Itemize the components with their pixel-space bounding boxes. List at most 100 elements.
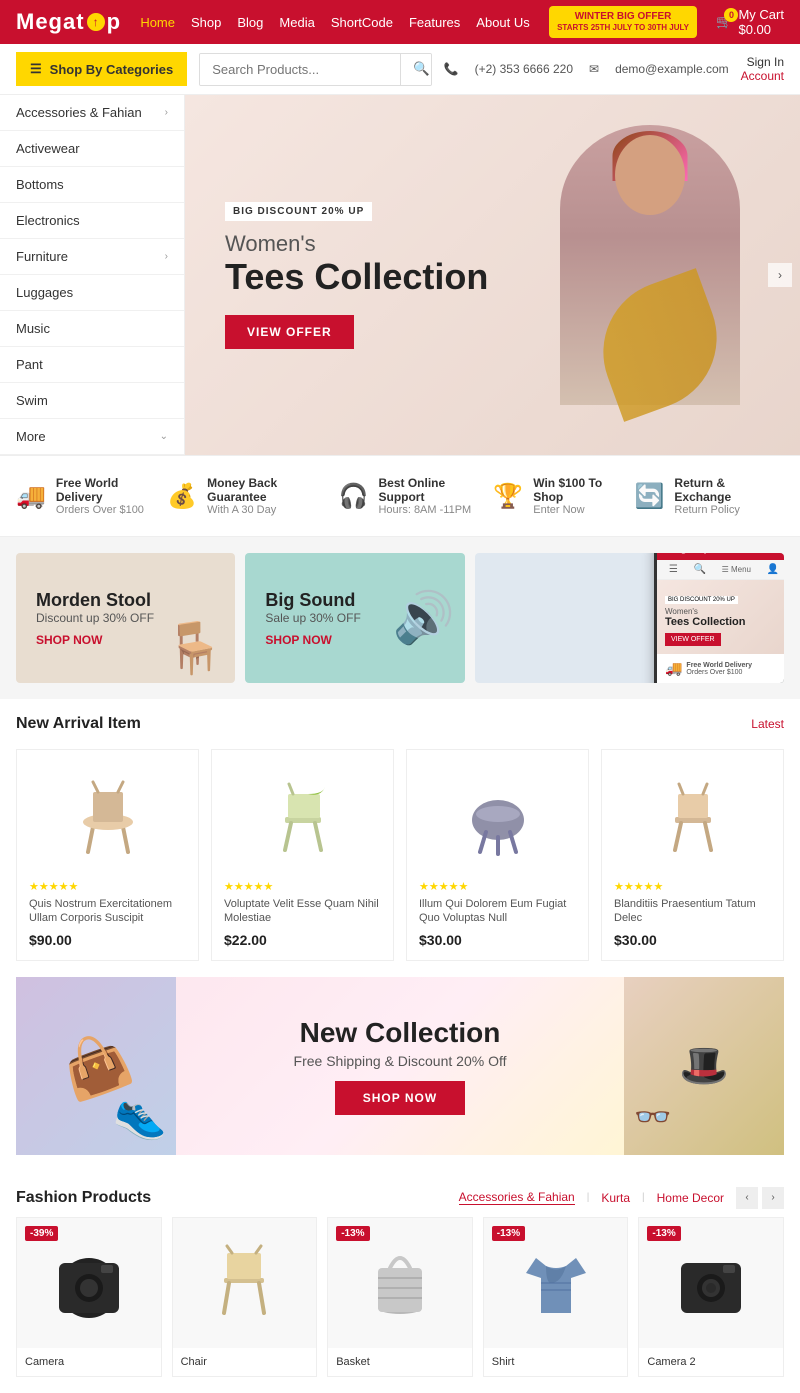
sign-in-label: Sign In	[741, 55, 784, 69]
offer-line2: STARTS 25TH JULY TO 30TH JULY	[557, 23, 689, 33]
chevron-right-icon: ›	[165, 107, 168, 118]
product-card-2[interactable]: ★★★★★ Voluptate Velit Esse Quam Nihil Mo…	[211, 749, 394, 961]
offer-banner: WINTER BIG OFFER STARTS 25TH JULY TO 30T…	[549, 6, 697, 37]
new-arrival-header: New Arrival Item Latest	[0, 699, 800, 741]
sidebar-item-furniture[interactable]: Furniture ›	[0, 239, 184, 275]
new-collection-left-image: 👜 👟	[16, 977, 176, 1155]
cart-area[interactable]: 🛒 0 My Cart $0.00	[716, 7, 784, 37]
promo-card-title: Morden Stool	[36, 590, 215, 611]
product-desc: Illum Qui Dolorem Eum Fugiat Quo Volupta…	[419, 897, 576, 926]
cart-label-text: My Cart	[738, 7, 784, 22]
sidebar-item-more[interactable]: More ⌄	[0, 419, 184, 455]
nav-features[interactable]: Features	[409, 15, 460, 30]
hero-badge: BIG DISCOUNT 20% UP	[225, 202, 372, 221]
fashion-nav-buttons: ‹ ›	[736, 1187, 784, 1209]
phone-delivery-icon: 🚚	[665, 660, 682, 677]
glasses-icon: 👓	[634, 1100, 671, 1135]
product-desc: Voluptate Velit Esse Quam Nihil Molestia…	[224, 897, 381, 926]
fashion-card-name: Basket	[336, 1356, 464, 1368]
product-price: $30.00	[614, 932, 771, 948]
phone-user-icon: 👤	[767, 564, 779, 575]
sidebar-item-pant[interactable]: Pant	[0, 347, 184, 383]
nav-media[interactable]: Media	[279, 15, 314, 30]
tab-separator: |	[587, 1192, 590, 1203]
shop-by-categories-btn[interactable]: ☰ Shop By Categories	[16, 52, 187, 86]
phone-nav-bar: ☰ 🔍 ☰ Menu 👤	[657, 560, 784, 580]
phone-hero-badge: BIG DISCOUNT 20% UP	[665, 596, 738, 604]
cart-label: My Cart $0.00	[738, 7, 784, 37]
product-price: $30.00	[419, 932, 576, 948]
fashion-tab-home-decor[interactable]: Home Decor	[657, 1191, 724, 1205]
fashion-next-btn[interactable]: ›	[762, 1187, 784, 1209]
feature-sub: Enter Now	[533, 504, 634, 516]
feature-title: Money Back Guarantee	[207, 476, 338, 504]
product-price: $90.00	[29, 932, 186, 948]
sidebar-item-luggages[interactable]: Luggages	[0, 275, 184, 311]
logo-icon: ↑	[87, 13, 105, 31]
nav-shortcode[interactable]: ShortCode	[331, 15, 393, 30]
sign-in-btn[interactable]: Sign In Account	[741, 55, 784, 83]
new-collection-right-image: 🎩 👓	[624, 977, 784, 1155]
feature-win: 🏆 Win $100 To Shop Enter Now	[493, 476, 634, 516]
promo-card-stool: 🪑 Morden Stool Discount up 30% OFF SHOP …	[16, 553, 235, 683]
phone-hero-btn: VIEW OFFER	[665, 633, 721, 646]
product-image-4	[614, 762, 771, 872]
logo[interactable]: Megat ↑ p	[16, 9, 121, 35]
nav-blog[interactable]: Blog	[237, 15, 263, 30]
sidebar-item-activewear[interactable]: Activewear	[0, 131, 184, 167]
nav-home[interactable]: Home	[140, 15, 175, 30]
sidebar-item-music[interactable]: Music	[0, 311, 184, 347]
sidebar-item-swim[interactable]: Swim	[0, 383, 184, 419]
search-input[interactable]	[200, 54, 400, 85]
phone-menu-label: ☰ Menu	[722, 565, 751, 574]
fashion-tab-kurta[interactable]: Kurta	[601, 1191, 630, 1205]
chevron-right-icon: ›	[165, 251, 168, 262]
hero-content: BIG DISCOUNT 20% UP Women's Tees Collect…	[185, 161, 528, 389]
feature-sub: With A 30 Day	[207, 504, 338, 516]
fashion-card-chair[interactable]: Chair	[172, 1217, 318, 1377]
hero-cta-btn[interactable]: VIEW OFFER	[225, 315, 354, 349]
menu-icon: ☰	[30, 61, 42, 77]
fashion-card-basket[interactable]: -13% Basket	[327, 1217, 473, 1377]
product-card-1[interactable]: ★★★★★ Quis Nostrum Exercitationem Ullam …	[16, 749, 199, 961]
discount-badge: -39%	[25, 1226, 58, 1241]
hero-title: Tees Collection	[225, 257, 488, 297]
fashion-tab-accessories[interactable]: Accessories & Fahian	[459, 1190, 575, 1205]
new-collection-title: New Collection	[300, 1017, 501, 1049]
phone-search-icon: 🔍	[693, 564, 705, 575]
email-address: demo@example.com	[615, 62, 729, 76]
sidebar-item-bottoms[interactable]: Bottoms	[0, 167, 184, 203]
features-bar: 🚚 Free World Delivery Orders Over $100 💰…	[0, 455, 800, 537]
sidebar-item-accessories[interactable]: Accessories & Fahian ›	[0, 95, 184, 131]
nav-about[interactable]: About Us	[476, 15, 529, 30]
discount-badge: -13%	[647, 1226, 680, 1241]
latest-link[interactable]: Latest	[751, 717, 784, 731]
fashion-prev-btn[interactable]: ‹	[736, 1187, 758, 1209]
new-collection-subtitle: Free Shipping & Discount 20% Off	[294, 1053, 507, 1069]
fashion-card-camera[interactable]: -39% Camera	[16, 1217, 162, 1377]
fashion-card-shirt[interactable]: -13% Shirt	[483, 1217, 629, 1377]
feature-title: Best Online Support	[378, 476, 493, 504]
fashion-card-image-chair	[173, 1218, 317, 1348]
shop-by-cat-label: Shop By Categories	[50, 62, 174, 77]
phone-logo: Megatop	[665, 553, 710, 554]
fashion-section-title: Fashion Products	[16, 1189, 151, 1207]
sidebar-label: Pant	[16, 357, 43, 372]
fashion-card-camera2[interactable]: -13% Camera 2	[638, 1217, 784, 1377]
fashion-card-name: Chair	[181, 1356, 309, 1368]
product-stars: ★★★★★	[419, 880, 576, 893]
sidebar-item-electronics[interactable]: Electronics	[0, 203, 184, 239]
product-stars: ★★★★★	[29, 880, 186, 893]
nav-shop[interactable]: Shop	[191, 15, 221, 30]
feature-sub: Orders Over $100	[56, 504, 167, 516]
phone-delivery-section: 🚚 Free World Delivery Orders Over $100	[657, 654, 784, 683]
tab-separator-2: |	[642, 1192, 645, 1203]
new-collection-shop-btn[interactable]: SHOP NOW	[335, 1081, 465, 1115]
contact-info: 📞 (+2) 353 6666 220 ✉ demo@example.com	[444, 62, 729, 76]
search-button[interactable]: 🔍	[400, 54, 431, 85]
phone-menu-icon: ☰	[669, 564, 678, 575]
phone-number: (+2) 353 6666 220	[475, 62, 573, 76]
hero-next-arrow[interactable]: ›	[768, 263, 792, 287]
product-card-4[interactable]: ★★★★★ Blanditiis Praesentium Tatum Delec…	[601, 749, 784, 961]
product-card-3[interactable]: ★★★★★ Illum Qui Dolorem Eum Fugiat Quo V…	[406, 749, 589, 961]
